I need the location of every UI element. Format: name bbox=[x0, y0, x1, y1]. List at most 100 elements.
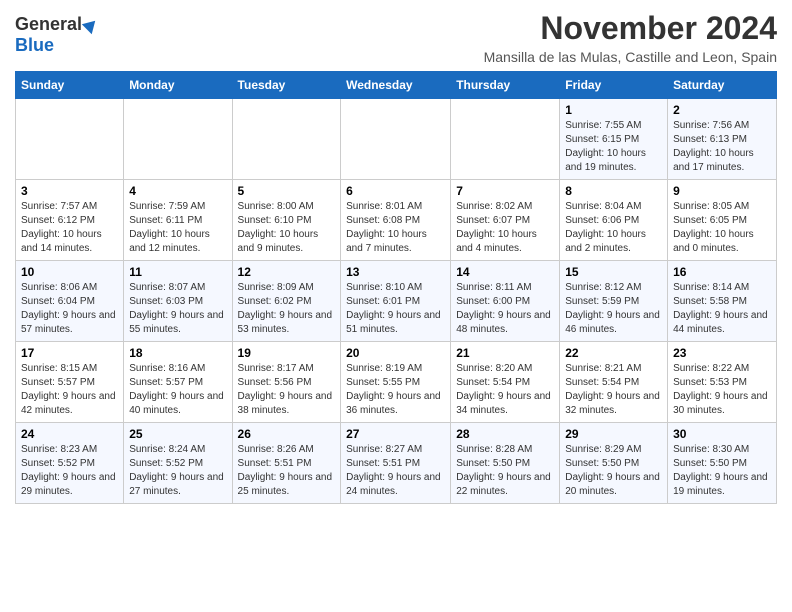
day-number: 24 bbox=[21, 427, 118, 441]
day-info: Sunrise: 8:11 AM Sunset: 6:00 PM Dayligh… bbox=[456, 282, 551, 335]
day-number: 6 bbox=[346, 184, 445, 198]
day-number: 27 bbox=[346, 427, 445, 441]
day-number: 11 bbox=[129, 265, 226, 279]
day-number: 19 bbox=[238, 346, 336, 360]
day-number: 18 bbox=[129, 346, 226, 360]
weekday-header-saturday: Saturday bbox=[668, 72, 777, 99]
day-info: Sunrise: 7:55 AM Sunset: 6:15 PM Dayligh… bbox=[565, 120, 646, 173]
day-info: Sunrise: 8:21 AM Sunset: 5:54 PM Dayligh… bbox=[565, 363, 660, 416]
calendar-cell: 9Sunrise: 8:05 AM Sunset: 6:05 PM Daylig… bbox=[668, 180, 777, 261]
calendar-cell: 26 Sunrise: 8:26 AM Sunset: 5:51 PM Dayli… bbox=[232, 423, 341, 504]
day-info: Sunrise: 8:06 AM Sunset: 6:04 PM Dayligh… bbox=[21, 282, 116, 335]
calendar-cell: 7Sunrise: 8:02 AM Sunset: 6:07 PM Daylig… bbox=[451, 180, 560, 261]
day-info: Sunrise: 8:01 AM Sunset: 6:08 PM Dayligh… bbox=[346, 201, 427, 254]
location-title: Mansilla de las Mulas, Castille and Leon… bbox=[484, 49, 777, 65]
calendar-cell: 23 Sunrise: 8:22 AM Sunset: 5:53 PM Dayli… bbox=[668, 342, 777, 423]
calendar-cell: 28Sunrise: 8:28 AM Sunset: 5:50 PM Dayli… bbox=[451, 423, 560, 504]
day-info: Sunrise: 8:26 AM Sunset: 5:51 PM Dayligh… bbox=[238, 444, 333, 497]
logo-triangle-icon bbox=[82, 15, 100, 33]
calendar-cell: 14 Sunrise: 8:11 AM Sunset: 6:00 PM Dayli… bbox=[451, 261, 560, 342]
day-info: Sunrise: 8:29 AM Sunset: 5:50 PM Dayligh… bbox=[565, 444, 660, 497]
title-area: November 2024 Mansilla de las Mulas, Cas… bbox=[484, 10, 777, 65]
day-info: Sunrise: 8:20 AM Sunset: 5:54 PM Dayligh… bbox=[456, 363, 551, 416]
day-number: 3 bbox=[21, 184, 118, 198]
calendar-cell bbox=[124, 99, 232, 180]
day-number: 30 bbox=[673, 427, 771, 441]
weekday-header-wednesday: Wednesday bbox=[341, 72, 451, 99]
day-info: Sunrise: 7:57 AM Sunset: 6:12 PM Dayligh… bbox=[21, 201, 102, 254]
calendar-cell: 8 Sunrise: 8:04 AM Sunset: 6:06 PM Daylig… bbox=[560, 180, 668, 261]
calendar-cell bbox=[341, 99, 451, 180]
day-number: 17 bbox=[21, 346, 118, 360]
calendar-cell: 21 Sunrise: 8:20 AM Sunset: 5:54 PM Dayli… bbox=[451, 342, 560, 423]
day-number: 26 bbox=[238, 427, 336, 441]
day-info: Sunrise: 8:14 AM Sunset: 5:58 PM Dayligh… bbox=[673, 282, 768, 335]
day-number: 13 bbox=[346, 265, 445, 279]
day-number: 5 bbox=[238, 184, 336, 198]
calendar-cell: 27 Sunrise: 8:27 AM Sunset: 5:51 PM Dayli… bbox=[341, 423, 451, 504]
calendar-cell bbox=[232, 99, 341, 180]
calendar-cell: 30Sunrise: 8:30 AM Sunset: 5:50 PM Dayli… bbox=[668, 423, 777, 504]
day-number: 23 bbox=[673, 346, 771, 360]
calendar-cell: 4 Sunrise: 7:59 AM Sunset: 6:11 PM Daylig… bbox=[124, 180, 232, 261]
calendar-cell: 18 Sunrise: 8:16 AM Sunset: 5:57 PM Dayli… bbox=[124, 342, 232, 423]
day-info: Sunrise: 8:16 AM Sunset: 5:57 PM Dayligh… bbox=[129, 363, 224, 416]
day-number: 20 bbox=[346, 346, 445, 360]
day-info: Sunrise: 8:19 AM Sunset: 5:55 PM Dayligh… bbox=[346, 363, 441, 416]
day-info: Sunrise: 8:09 AM Sunset: 6:02 PM Dayligh… bbox=[238, 282, 333, 335]
day-number: 12 bbox=[238, 265, 336, 279]
weekday-header-friday: Friday bbox=[560, 72, 668, 99]
day-number: 14 bbox=[456, 265, 554, 279]
day-info: Sunrise: 8:27 AM Sunset: 5:51 PM Dayligh… bbox=[346, 444, 441, 497]
day-number: 21 bbox=[456, 346, 554, 360]
day-info: Sunrise: 8:12 AM Sunset: 5:59 PM Dayligh… bbox=[565, 282, 660, 335]
day-number: 25 bbox=[129, 427, 226, 441]
calendar-week-4: 17 Sunrise: 8:15 AM Sunset: 5:57 PM Dayli… bbox=[16, 342, 777, 423]
day-number: 8 bbox=[565, 184, 662, 198]
calendar-cell bbox=[16, 99, 124, 180]
calendar-cell: 13Sunrise: 8:10 AM Sunset: 6:01 PM Dayli… bbox=[341, 261, 451, 342]
header: General Blue November 2024 Mansilla de l… bbox=[15, 10, 777, 65]
calendar-cell: 20 Sunrise: 8:19 AM Sunset: 5:55 PM Dayli… bbox=[341, 342, 451, 423]
weekday-header-sunday: Sunday bbox=[16, 72, 124, 99]
logo-general-text: General bbox=[15, 14, 82, 35]
calendar-cell: 6 Sunrise: 8:01 AM Sunset: 6:08 PM Daylig… bbox=[341, 180, 451, 261]
calendar-cell: 1Sunrise: 7:55 AM Sunset: 6:15 PM Daylig… bbox=[560, 99, 668, 180]
day-info: Sunrise: 8:22 AM Sunset: 5:53 PM Dayligh… bbox=[673, 363, 768, 416]
calendar-cell bbox=[451, 99, 560, 180]
day-number: 29 bbox=[565, 427, 662, 441]
day-info: Sunrise: 8:28 AM Sunset: 5:50 PM Dayligh… bbox=[456, 444, 551, 497]
weekday-header-tuesday: Tuesday bbox=[232, 72, 341, 99]
calendar-week-2: 3 Sunrise: 7:57 AM Sunset: 6:12 PM Daylig… bbox=[16, 180, 777, 261]
calendar-week-3: 10Sunrise: 8:06 AM Sunset: 6:04 PM Dayli… bbox=[16, 261, 777, 342]
day-info: Sunrise: 8:23 AM Sunset: 5:52 PM Dayligh… bbox=[21, 444, 116, 497]
weekday-header-monday: Monday bbox=[124, 72, 232, 99]
month-title: November 2024 bbox=[484, 10, 777, 47]
day-number: 4 bbox=[129, 184, 226, 198]
calendar-week-5: 24 Sunrise: 8:23 AM Sunset: 5:52 PM Dayli… bbox=[16, 423, 777, 504]
calendar-cell: 29 Sunrise: 8:29 AM Sunset: 5:50 PM Dayli… bbox=[560, 423, 668, 504]
calendar-table: SundayMondayTuesdayWednesdayThursdayFrid… bbox=[15, 71, 777, 504]
day-number: 16 bbox=[673, 265, 771, 279]
day-info: Sunrise: 7:56 AM Sunset: 6:13 PM Dayligh… bbox=[673, 120, 754, 173]
day-info: Sunrise: 8:24 AM Sunset: 5:52 PM Dayligh… bbox=[129, 444, 224, 497]
calendar-cell: 5Sunrise: 8:00 AM Sunset: 6:10 PM Daylig… bbox=[232, 180, 341, 261]
logo-blue-text: Blue bbox=[15, 35, 54, 56]
day-info: Sunrise: 8:07 AM Sunset: 6:03 PM Dayligh… bbox=[129, 282, 224, 335]
day-info: Sunrise: 8:04 AM Sunset: 6:06 PM Dayligh… bbox=[565, 201, 646, 254]
weekday-header-row: SundayMondayTuesdayWednesdayThursdayFrid… bbox=[16, 72, 777, 99]
day-info: Sunrise: 7:59 AM Sunset: 6:11 PM Dayligh… bbox=[129, 201, 210, 254]
calendar-cell: 15Sunrise: 8:12 AM Sunset: 5:59 PM Dayli… bbox=[560, 261, 668, 342]
day-number: 9 bbox=[673, 184, 771, 198]
day-info: Sunrise: 8:15 AM Sunset: 5:57 PM Dayligh… bbox=[21, 363, 116, 416]
day-info: Sunrise: 8:02 AM Sunset: 6:07 PM Dayligh… bbox=[456, 201, 537, 254]
calendar-cell: 19 Sunrise: 8:17 AM Sunset: 5:56 PM Dayli… bbox=[232, 342, 341, 423]
day-number: 22 bbox=[565, 346, 662, 360]
calendar-cell: 22 Sunrise: 8:21 AM Sunset: 5:54 PM Dayli… bbox=[560, 342, 668, 423]
day-info: Sunrise: 8:17 AM Sunset: 5:56 PM Dayligh… bbox=[238, 363, 333, 416]
calendar-cell: 11 Sunrise: 8:07 AM Sunset: 6:03 PM Dayli… bbox=[124, 261, 232, 342]
calendar-cell: 12 Sunrise: 8:09 AM Sunset: 6:02 PM Dayli… bbox=[232, 261, 341, 342]
calendar-cell: 3 Sunrise: 7:57 AM Sunset: 6:12 PM Daylig… bbox=[16, 180, 124, 261]
logo: General Blue bbox=[15, 14, 98, 56]
calendar-cell: 2Sunrise: 7:56 AM Sunset: 6:13 PM Daylig… bbox=[668, 99, 777, 180]
